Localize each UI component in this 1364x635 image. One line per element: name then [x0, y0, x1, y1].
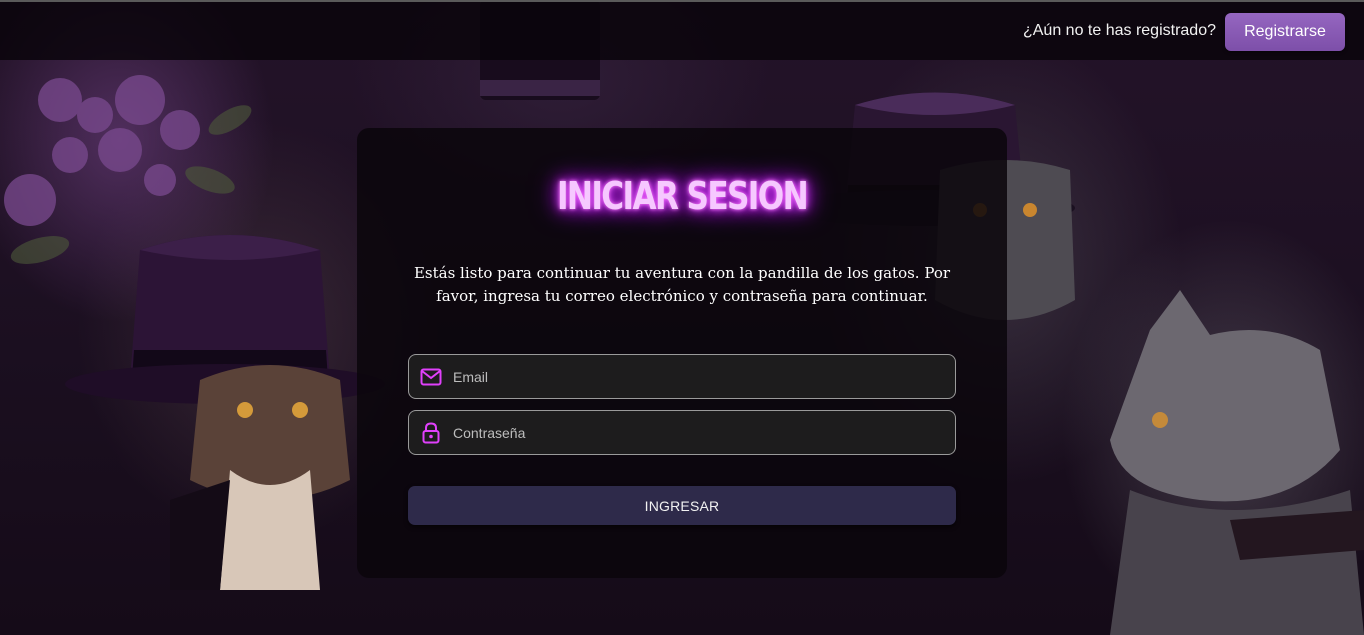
cat-decoration: [170, 365, 350, 590]
password-field[interactable]: [408, 410, 956, 455]
cat-decoration: [1110, 290, 1364, 635]
login-description: Estás listo para continuar tu aventura c…: [413, 264, 951, 305]
login-title: INICIAR SESION: [556, 174, 809, 218]
register-prompt-text: ¿Aún no te has registrado?: [1022, 22, 1216, 39]
email-input[interactable]: [453, 355, 955, 398]
register-button[interactable]: Registrarse: [1225, 13, 1345, 51]
lock-icon: [420, 421, 442, 444]
login-card: INICIAR SESION Estás listo para continua…: [357, 128, 1007, 578]
email-field[interactable]: [408, 354, 956, 399]
password-input[interactable]: [453, 411, 955, 454]
top-navigation-bar: ¿Aún no te has registrado? Registrarse: [0, 0, 1364, 60]
mail-icon: [420, 366, 442, 388]
login-submit-button[interactable]: INGRESAR: [408, 486, 956, 525]
